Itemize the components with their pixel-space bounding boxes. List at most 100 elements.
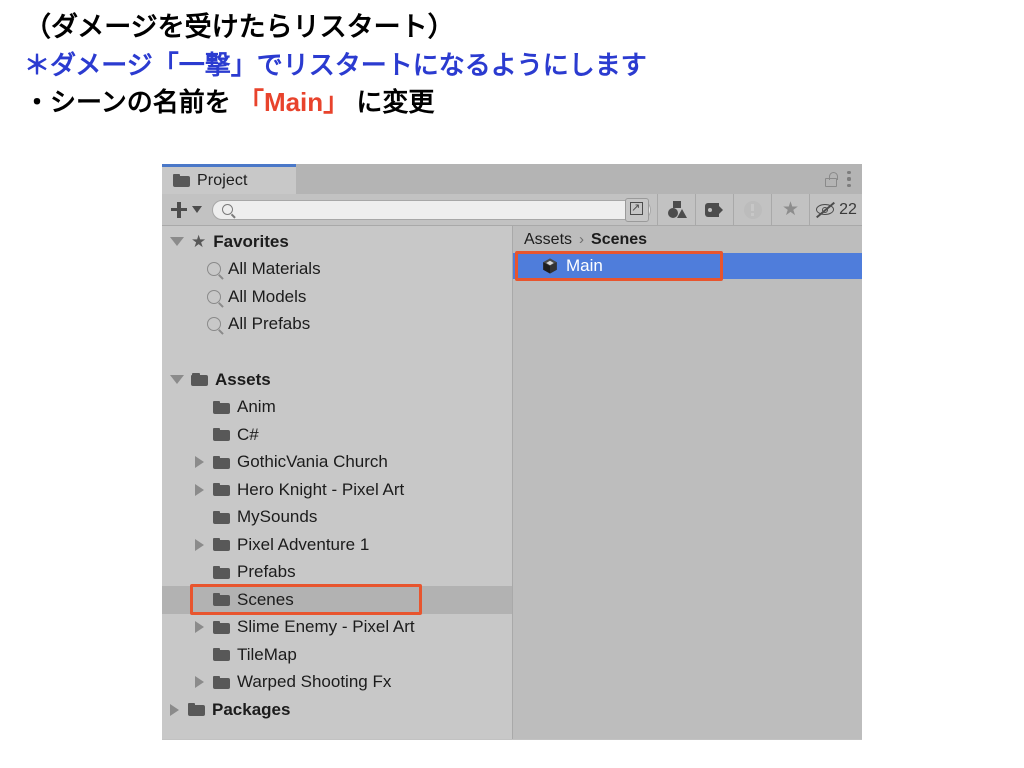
hidden-items-toggle[interactable]: 22 [810,194,862,226]
tree-item-tilemap[interactable]: TileMap [162,641,512,669]
slide-line-3-accent: 「Main」 [237,87,350,117]
tree-item-label: GothicVania Church [237,452,388,472]
folder-icon [173,174,190,187]
kebab-menu-icon[interactable] [847,171,851,187]
project-window: Project ↗ ★ 22 ★ Favorites All Materials… [162,164,862,740]
folder-icon [213,538,230,552]
tree-item-prefabs[interactable]: Prefabs [162,559,512,587]
star-icon: ★ [191,232,207,252]
tab-project[interactable]: Project [162,164,296,194]
project-toolbar: ↗ ★ 22 [162,193,862,226]
favorite-filter-icon[interactable]: ★ [772,194,809,226]
chevron-collapsed-icon[interactable] [195,456,204,469]
tree-item-pixel-adventure-1[interactable]: Pixel Adventure 1 [162,531,512,559]
breadcrumb-root[interactable]: Assets [524,231,572,249]
slide-line-3-prefix: ・シーンの名前を [24,87,238,117]
tree-item-label: Packages [212,699,291,719]
slide-line-3: ・シーンの名前を 「Main」 に変更 [24,89,984,115]
chevron-expanded-icon[interactable] [170,237,184,247]
folder-icon [213,400,230,414]
tab-strip: Project [162,164,862,194]
breadcrumb-separator-icon: › [579,231,585,248]
project-panes: ★ Favorites All Materials All Models All… [162,226,862,739]
tree-item-label: Anim [237,397,276,417]
type-filter-icon[interactable] [658,194,695,226]
tree-item-label: Pixel Adventure 1 [237,534,370,554]
asset-content-pane[interactable]: Assets › Scenes Main [513,226,862,739]
tree-item-scenes[interactable]: Scenes [162,584,512,615]
asset-item-main[interactable]: Main [513,251,862,281]
tree-item-anim[interactable]: Anim [162,394,512,422]
plus-icon [171,201,187,218]
tree-item-assets[interactable]: Assets [162,366,512,394]
folder-icon [213,565,230,579]
breadcrumb-current: Scenes [591,230,648,248]
tree-item-label: Favorites [213,231,289,251]
slide-line-1: （ダメージを受けたらリスタート） [24,12,455,42]
tab-strip-actions [825,164,862,194]
tree-item-packages[interactable]: Packages [162,696,512,724]
tree-item-mysounds[interactable]: MySounds [162,504,512,532]
chevron-collapsed-icon[interactable] [170,703,179,716]
hidden-items-count: 22 [839,200,857,218]
eye-off-icon [815,201,836,218]
tree-item-hero-knight-pixel-art[interactable]: Hero Knight - Pixel Art [162,476,512,504]
folder-icon [213,648,230,662]
tree-item-gothicvania-church[interactable]: GothicVania Church [162,449,512,477]
add-asset-button[interactable] [162,194,210,225]
tree-gap [162,338,512,366]
breadcrumb: Assets › Scenes [513,226,862,253]
tree-item-all-models[interactable]: All Models [162,283,512,311]
tree-item-label: MySounds [237,507,318,527]
search-icon [207,262,221,277]
chevron-collapsed-icon[interactable] [195,538,204,551]
asset-item-label: Main [566,256,603,275]
search-icon [207,289,221,304]
tree-item-label: Warped Shooting Fx [237,672,392,692]
folder-icon [213,483,230,497]
lock-open-icon[interactable] [825,171,838,187]
tree-item-slime-enemy-pixel-art[interactable]: Slime Enemy - Pixel Art [162,614,512,642]
folder-icon [213,620,230,634]
search-icon [207,317,221,332]
tree-item-label: Assets [215,369,271,389]
tree-item-label: All Models [228,286,307,306]
tree-item-label: Hero Knight - Pixel Art [237,479,405,499]
tree-item-label: All Materials [228,259,321,279]
slide-heading-block: （ダメージを受けたらリスタート） ＊ダメージ「一撃」でリスタートになるようにしま… [24,12,984,116]
tree-item-label: All Prefabs [228,314,311,334]
tree-item-label: Scenes [237,589,294,609]
chevron-collapsed-icon[interactable] [195,483,204,496]
warning-filter-icon[interactable] [734,194,771,226]
tree-item-label: Slime Enemy - Pixel Art [237,617,415,637]
tree-item-favorites[interactable]: ★ Favorites [162,228,512,256]
asset-tree-pane[interactable]: ★ Favorites All Materials All Models All… [162,226,513,739]
folder-icon [213,455,230,469]
tree-item-all-prefabs[interactable]: All Prefabs [162,311,512,339]
chevron-down-icon [192,206,202,213]
chevron-collapsed-icon[interactable] [195,676,204,689]
tree-item-label: TileMap [237,644,297,664]
folder-icon [188,703,205,717]
folder-icon [213,428,230,442]
tab-project-label: Project [197,171,248,189]
unity-scene-icon [543,258,557,274]
tree-item-label: Prefabs [237,562,296,582]
search-icon [222,204,233,215]
tree-item-warped-shooting-fx[interactable]: Warped Shooting Fx [162,669,512,697]
folder-icon [213,510,230,524]
open-in-subwindow-icon[interactable]: ↗ [625,197,649,222]
search-field[interactable]: ↗ [212,197,651,222]
search-input[interactable] [233,201,625,218]
folder-open-icon [191,373,208,387]
chevron-expanded-icon[interactable] [170,375,184,385]
slide-line-3-suffix: に変更 [349,87,435,117]
tree-item-label: C# [237,424,259,444]
chevron-collapsed-icon[interactable] [195,621,204,634]
tree-item-all-materials[interactable]: All Materials [162,256,512,284]
folder-icon [213,593,230,607]
tree-item-csharp[interactable]: C# [162,421,512,449]
star-icon: ★ [781,199,800,220]
folder-icon [213,675,230,689]
label-filter-icon[interactable] [696,194,733,226]
